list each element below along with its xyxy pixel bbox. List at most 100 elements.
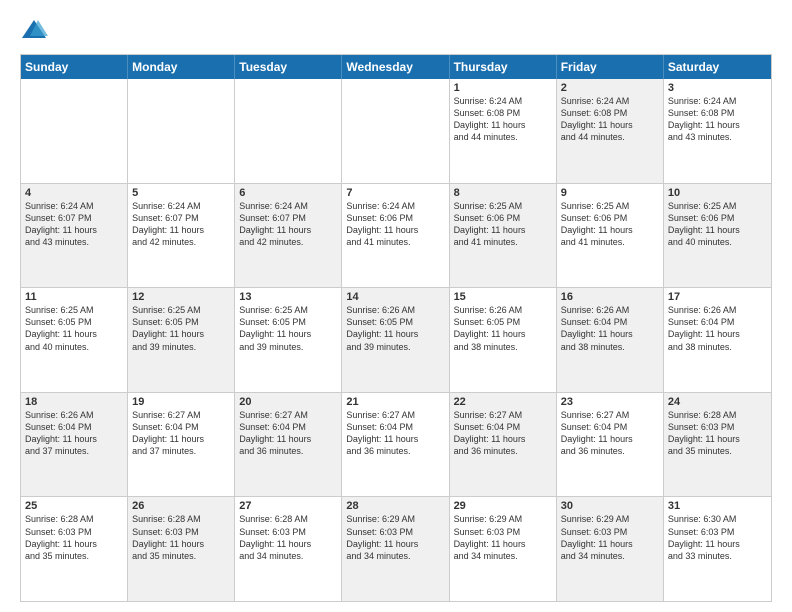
day-number: 25: [25, 500, 123, 512]
day-number: 1: [454, 82, 552, 94]
day-info: Sunrise: 6:27 AM Sunset: 6:04 PM Dayligh…: [346, 409, 444, 458]
day-info: Sunrise: 6:27 AM Sunset: 6:04 PM Dayligh…: [132, 409, 230, 458]
day-number: 20: [239, 396, 337, 408]
day-info: Sunrise: 6:24 AM Sunset: 6:07 PM Dayligh…: [25, 200, 123, 249]
calendar-cell: [128, 79, 235, 183]
day-number: 15: [454, 291, 552, 303]
calendar-cell: 12Sunrise: 6:25 AM Sunset: 6:05 PM Dayli…: [128, 288, 235, 392]
day-info: Sunrise: 6:28 AM Sunset: 6:03 PM Dayligh…: [132, 513, 230, 562]
day-info: Sunrise: 6:25 AM Sunset: 6:06 PM Dayligh…: [668, 200, 767, 249]
day-number: 18: [25, 396, 123, 408]
calendar-cell: 14Sunrise: 6:26 AM Sunset: 6:05 PM Dayli…: [342, 288, 449, 392]
calendar-row-2: 11Sunrise: 6:25 AM Sunset: 6:05 PM Dayli…: [21, 288, 771, 393]
logo: [20, 16, 52, 44]
day-number: 8: [454, 187, 552, 199]
calendar-cell: 31Sunrise: 6:30 AM Sunset: 6:03 PM Dayli…: [664, 497, 771, 601]
header-day-sunday: Sunday: [21, 55, 128, 79]
header-day-saturday: Saturday: [664, 55, 771, 79]
calendar-cell: 16Sunrise: 6:26 AM Sunset: 6:04 PM Dayli…: [557, 288, 664, 392]
day-number: 17: [668, 291, 767, 303]
calendar: SundayMondayTuesdayWednesdayThursdayFrid…: [20, 54, 772, 602]
day-info: Sunrise: 6:30 AM Sunset: 6:03 PM Dayligh…: [668, 513, 767, 562]
day-number: 2: [561, 82, 659, 94]
day-info: Sunrise: 6:26 AM Sunset: 6:05 PM Dayligh…: [454, 304, 552, 353]
day-number: 16: [561, 291, 659, 303]
day-number: 5: [132, 187, 230, 199]
day-info: Sunrise: 6:29 AM Sunset: 6:03 PM Dayligh…: [346, 513, 444, 562]
day-info: Sunrise: 6:25 AM Sunset: 6:05 PM Dayligh…: [25, 304, 123, 353]
header-day-monday: Monday: [128, 55, 235, 79]
day-number: 9: [561, 187, 659, 199]
calendar-cell: 20Sunrise: 6:27 AM Sunset: 6:04 PM Dayli…: [235, 393, 342, 497]
day-info: Sunrise: 6:24 AM Sunset: 6:06 PM Dayligh…: [346, 200, 444, 249]
day-info: Sunrise: 6:26 AM Sunset: 6:04 PM Dayligh…: [668, 304, 767, 353]
header-day-friday: Friday: [557, 55, 664, 79]
calendar-row-4: 25Sunrise: 6:28 AM Sunset: 6:03 PM Dayli…: [21, 497, 771, 601]
day-info: Sunrise: 6:28 AM Sunset: 6:03 PM Dayligh…: [239, 513, 337, 562]
day-number: 12: [132, 291, 230, 303]
calendar-cell: 13Sunrise: 6:25 AM Sunset: 6:05 PM Dayli…: [235, 288, 342, 392]
day-number: 29: [454, 500, 552, 512]
calendar-row-3: 18Sunrise: 6:26 AM Sunset: 6:04 PM Dayli…: [21, 393, 771, 498]
day-info: Sunrise: 6:25 AM Sunset: 6:06 PM Dayligh…: [561, 200, 659, 249]
calendar-body: 1 Sunrise: 6:24 AM Sunset: 6:08 PM Daylig…: [21, 79, 771, 601]
day-number: 22: [454, 396, 552, 408]
day-number: 7: [346, 187, 444, 199]
day-info: Sunrise: 6:27 AM Sunset: 6:04 PM Dayligh…: [239, 409, 337, 458]
day-number: 3: [668, 82, 767, 94]
day-info: Sunrise: 6:25 AM Sunset: 6:06 PM Dayligh…: [454, 200, 552, 249]
calendar-cell: 10Sunrise: 6:25 AM Sunset: 6:06 PM Dayli…: [664, 184, 771, 288]
header-day-tuesday: Tuesday: [235, 55, 342, 79]
calendar-cell: 5Sunrise: 6:24 AM Sunset: 6:07 PM Daylig…: [128, 184, 235, 288]
header-day-thursday: Thursday: [450, 55, 557, 79]
day-number: 26: [132, 500, 230, 512]
day-info: Sunrise: 6:27 AM Sunset: 6:04 PM Dayligh…: [454, 409, 552, 458]
day-info: Sunrise: 6:26 AM Sunset: 6:04 PM Dayligh…: [25, 409, 123, 458]
calendar-header: SundayMondayTuesdayWednesdayThursdayFrid…: [21, 55, 771, 79]
calendar-cell: 30Sunrise: 6:29 AM Sunset: 6:03 PM Dayli…: [557, 497, 664, 601]
day-info: Sunrise: 6:29 AM Sunset: 6:03 PM Dayligh…: [454, 513, 552, 562]
day-info: Sunrise: 6:26 AM Sunset: 6:04 PM Dayligh…: [561, 304, 659, 353]
day-info: Sunrise: 6:26 AM Sunset: 6:05 PM Dayligh…: [346, 304, 444, 353]
day-info: Sunrise: 6:27 AM Sunset: 6:04 PM Dayligh…: [561, 409, 659, 458]
day-info: Sunrise: 6:28 AM Sunset: 6:03 PM Dayligh…: [668, 409, 767, 458]
calendar-cell: 28Sunrise: 6:29 AM Sunset: 6:03 PM Dayli…: [342, 497, 449, 601]
calendar-cell: 9Sunrise: 6:25 AM Sunset: 6:06 PM Daylig…: [557, 184, 664, 288]
day-number: 28: [346, 500, 444, 512]
calendar-cell: 26Sunrise: 6:28 AM Sunset: 6:03 PM Dayli…: [128, 497, 235, 601]
day-number: 27: [239, 500, 337, 512]
calendar-cell: [21, 79, 128, 183]
day-number: 19: [132, 396, 230, 408]
calendar-cell: 2Sunrise: 6:24 AM Sunset: 6:08 PM Daylig…: [557, 79, 664, 183]
day-number: 24: [668, 396, 767, 408]
logo-icon: [20, 16, 48, 44]
calendar-cell: 25Sunrise: 6:28 AM Sunset: 6:03 PM Dayli…: [21, 497, 128, 601]
day-number: 30: [561, 500, 659, 512]
calendar-cell: [342, 79, 449, 183]
calendar-cell: 27Sunrise: 6:28 AM Sunset: 6:03 PM Dayli…: [235, 497, 342, 601]
day-number: 31: [668, 500, 767, 512]
header-day-wednesday: Wednesday: [342, 55, 449, 79]
calendar-row-1: 4Sunrise: 6:24 AM Sunset: 6:07 PM Daylig…: [21, 184, 771, 289]
day-info: Sunrise: 6:28 AM Sunset: 6:03 PM Dayligh…: [25, 513, 123, 562]
day-info: Sunrise: 6:24 AM Sunset: 6:07 PM Dayligh…: [132, 200, 230, 249]
day-info: Sunrise: 6:24 AM Sunset: 6:08 PM Dayligh…: [668, 95, 767, 144]
calendar-cell: 15Sunrise: 6:26 AM Sunset: 6:05 PM Dayli…: [450, 288, 557, 392]
day-number: 23: [561, 396, 659, 408]
day-number: 21: [346, 396, 444, 408]
day-info: Sunrise: 6:25 AM Sunset: 6:05 PM Dayligh…: [132, 304, 230, 353]
day-number: 14: [346, 291, 444, 303]
header: [20, 16, 772, 44]
day-number: 13: [239, 291, 337, 303]
calendar-row-0: 1 Sunrise: 6:24 AM Sunset: 6:08 PM Daylig…: [21, 79, 771, 184]
calendar-cell: 22Sunrise: 6:27 AM Sunset: 6:04 PM Dayli…: [450, 393, 557, 497]
calendar-cell: 7Sunrise: 6:24 AM Sunset: 6:06 PM Daylig…: [342, 184, 449, 288]
day-number: 6: [239, 187, 337, 199]
day-info: Sunrise: 6:25 AM Sunset: 6:05 PM Dayligh…: [239, 304, 337, 353]
calendar-cell: 8Sunrise: 6:25 AM Sunset: 6:06 PM Daylig…: [450, 184, 557, 288]
calendar-cell: 19Sunrise: 6:27 AM Sunset: 6:04 PM Dayli…: [128, 393, 235, 497]
day-info: Sunrise: 6:29 AM Sunset: 6:03 PM Dayligh…: [561, 513, 659, 562]
calendar-cell: 17Sunrise: 6:26 AM Sunset: 6:04 PM Dayli…: [664, 288, 771, 392]
calendar-cell: 4Sunrise: 6:24 AM Sunset: 6:07 PM Daylig…: [21, 184, 128, 288]
calendar-cell: 11Sunrise: 6:25 AM Sunset: 6:05 PM Dayli…: [21, 288, 128, 392]
